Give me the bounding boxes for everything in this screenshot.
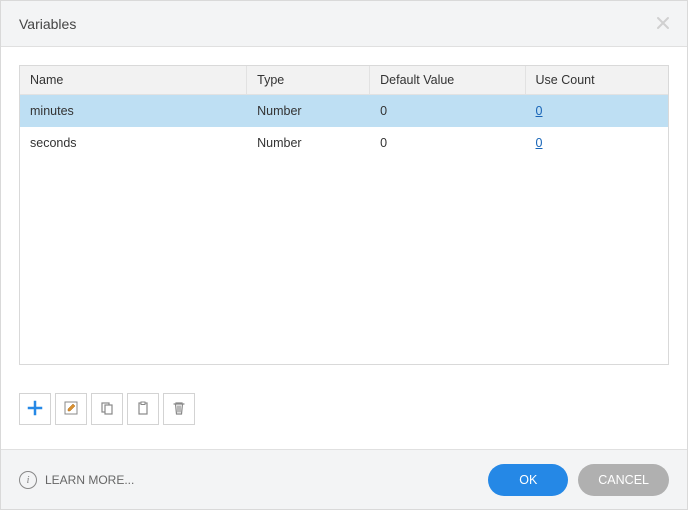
table-header-row: Name Type Default Value Use Count [20,66,668,95]
use-count-cell[interactable]: 0 [525,95,667,128]
type-cell: Number [247,95,370,128]
variables-table: Name Type Default Value Use Count minute… [19,65,669,365]
type-cell: Number [247,127,370,159]
use-count-link[interactable]: 0 [536,104,543,118]
paste-button[interactable] [127,393,159,425]
table-row[interactable]: minutesNumber00 [20,95,668,128]
plus-icon [27,400,43,419]
default-value-cell: 0 [370,95,525,128]
learn-more-link[interactable]: i LEARN MORE... [19,471,134,489]
paste-icon [135,400,151,419]
copy-icon [99,400,115,419]
dialog-body: Name Type Default Value Use Count minute… [1,47,687,449]
pencil-icon [63,400,79,419]
cancel-button[interactable]: CANCEL [578,464,669,496]
use-count-cell[interactable]: 0 [525,127,667,159]
learn-more-label: LEARN MORE... [45,473,134,487]
column-header-type[interactable]: Type [247,66,370,95]
dialog-header: Variables [1,1,687,47]
name-cell: seconds [20,127,247,159]
info-icon: i [19,471,37,489]
column-header-default-value[interactable]: Default Value [370,66,525,95]
dialog-footer: i LEARN MORE... OK CANCEL [1,449,687,509]
default-value-cell: 0 [370,127,525,159]
delete-button[interactable] [163,393,195,425]
copy-button[interactable] [91,393,123,425]
table-row[interactable]: secondsNumber00 [20,127,668,159]
column-header-use-count[interactable]: Use Count [525,66,667,95]
name-cell: minutes [20,95,247,128]
add-button[interactable] [19,393,51,425]
dialog-title: Variables [19,16,76,32]
ok-button[interactable]: OK [488,464,568,496]
toolbar [19,393,669,425]
use-count-link[interactable]: 0 [536,136,543,150]
variables-dialog: Variables Name Type Default Value Use Co… [0,0,688,510]
close-icon[interactable] [653,13,673,33]
edit-button[interactable] [55,393,87,425]
trash-icon [171,400,187,419]
column-header-name[interactable]: Name [20,66,247,95]
